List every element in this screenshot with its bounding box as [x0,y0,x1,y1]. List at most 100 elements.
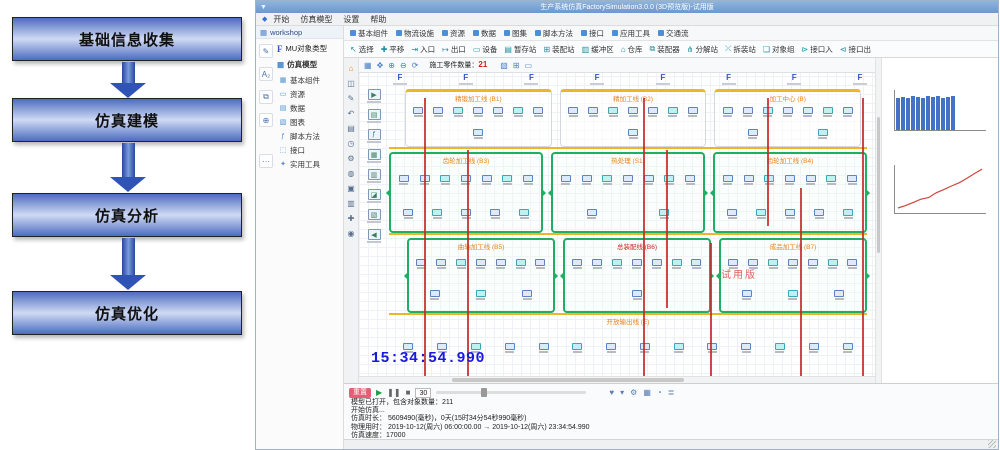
slider-knob[interactable] [481,388,487,397]
machine-icon[interactable] [722,107,734,117]
machine-icon[interactable] [833,290,845,300]
machine-icon[interactable] [740,343,752,353]
flow-marker[interactable]: F [722,74,736,87]
machine-icon[interactable] [571,259,583,269]
menu-item[interactable]: 仿真模型 [300,14,332,25]
add-icon[interactable]: ✚ [348,214,355,223]
machine-icon[interactable] [429,290,441,300]
machine-icon[interactable] [722,175,734,185]
zoom-out-icon[interactable]: ⊖ [400,61,407,70]
tree-item[interactable]: ▧ 图表 [277,115,341,129]
machine-icon[interactable] [807,259,819,269]
flow-marker[interactable]: F [459,74,473,87]
machine-icon[interactable] [415,259,427,269]
machine-icon[interactable] [501,175,513,185]
table-icon[interactable]: ▤ [361,109,387,123]
tree-item[interactable]: ▭ 资源 [277,87,341,101]
layers-icon[interactable]: ▤ [347,124,355,133]
tree-item[interactable]: ▦ 基本组件 [277,73,341,87]
machine-icon[interactable] [591,259,603,269]
clock-icon[interactable]: ◷ [348,139,355,148]
machine-icon[interactable] [742,107,754,117]
scrollbar-horizontal[interactable] [359,376,875,383]
machine-icon[interactable] [658,209,670,219]
machine-icon[interactable] [605,343,617,353]
toolbar-tool[interactable]: ▭ 设备 [473,44,498,55]
more-icon[interactable]: ··· [259,154,273,168]
ribbon-tab[interactable]: 资源 [442,28,465,39]
model-section-b6[interactable]: 总装配线 (B6) [563,238,711,313]
ribbon-tab[interactable]: 物流设施 [396,28,434,39]
machine-icon[interactable] [534,259,546,269]
toolbar-tool[interactable]: ⌂ 仓库 [621,44,643,55]
machine-icon[interactable] [472,129,484,139]
model-section-s1[interactable]: 热处理 (S1) [551,152,705,233]
machine-icon[interactable] [774,343,786,353]
machine-icon[interactable] [560,175,572,185]
machine-icon[interactable] [492,107,504,117]
monitor-icon[interactable]: ▣ [347,184,355,193]
machine-icon[interactable] [842,107,854,117]
scrollbar-thumb[interactable] [877,117,880,254]
power-icon[interactable]: ◉ [348,229,355,238]
model-section-b4[interactable]: 齿轮加工线 (B4) [713,152,867,233]
machine-icon[interactable] [787,259,799,269]
title-bar[interactable]: ▼ 生产系统仿真FactorySimulation3.0.0 (3D预览版)-试… [256,1,998,13]
ribbon-tab[interactable]: 接口 [581,28,604,39]
machine-icon[interactable] [515,259,527,269]
model-section-b5[interactable]: 曲轴加工线 (B5) [407,238,555,313]
model-section-b1[interactable]: 精锻加工线 (B1) [405,89,552,147]
machine-icon[interactable] [460,175,472,185]
machine-icon[interactable] [495,259,507,269]
machine-icon[interactable] [842,209,854,219]
move-icon[interactable]: ✥ [377,61,384,70]
machine-icon[interactable] [784,209,796,219]
machine-icon[interactable] [822,107,834,117]
toolbar-tool[interactable]: ❏ 对象组 [763,44,795,55]
flow-marker[interactable]: F [590,74,604,87]
snap-icon[interactable]: ⊞ [513,61,520,70]
machine-icon[interactable] [787,290,799,300]
machine-icon[interactable] [827,259,839,269]
buffer-icon[interactable]: ▥ [361,169,387,183]
machine-icon[interactable] [673,343,685,353]
machine-icon[interactable] [817,129,829,139]
machine-icon[interactable] [805,175,817,185]
machine-icon[interactable] [475,259,487,269]
menu-item[interactable]: 帮助 [370,14,386,25]
machine-icon[interactable] [512,107,524,117]
stop-button[interactable]: ■ [406,388,411,397]
machine-icon[interactable] [687,107,699,117]
machine-icon[interactable] [567,107,579,117]
toolbar-tool[interactable]: ⤫ 拆装站 [725,44,756,55]
toolbar-tool[interactable]: ⊳ 接口入 [802,44,833,55]
machine-icon[interactable] [481,175,493,185]
machine-icon[interactable] [581,175,593,185]
machine-icon[interactable] [432,107,444,117]
machine-icon[interactable] [763,175,775,185]
font-icon[interactable]: A₂ [259,67,273,81]
machine-icon[interactable] [667,107,679,117]
station-icon[interactable]: ▦ [361,149,387,163]
machine-icon[interactable] [627,129,639,139]
machine-icon[interactable] [767,259,779,269]
ruler-icon[interactable]: ▭ [525,61,533,70]
tree-item[interactable]: ⬚ 接口 [277,143,341,157]
machine-icon[interactable] [586,209,598,219]
tree-item[interactable]: ▤ 数据 [277,101,341,115]
grid-icon[interactable]: ▦ [643,388,651,397]
toolbar-tool[interactable]: ⧉ 装配器 [650,44,680,55]
machine-icon[interactable] [472,107,484,117]
machine-icon[interactable] [784,175,796,185]
model-section-b[interactable]: 加工中心 (B) [714,89,861,147]
machine-icon[interactable] [706,343,718,353]
machine-icon[interactable] [808,343,820,353]
dropdown-icon[interactable]: ▾ [620,388,624,397]
model-canvas[interactable]: ▦✥⊕⊖⟳ 施工零件数量：21 ▧⊞▭ F F [359,58,875,383]
reset-button[interactable]: 重置 [349,388,371,398]
machine-icon[interactable] [455,259,467,269]
gear-icon[interactable]: ⚙ [347,154,354,163]
machine-icon[interactable] [538,343,550,353]
list-icon[interactable]: ≣ [668,388,675,397]
machine-icon[interactable] [651,259,663,269]
